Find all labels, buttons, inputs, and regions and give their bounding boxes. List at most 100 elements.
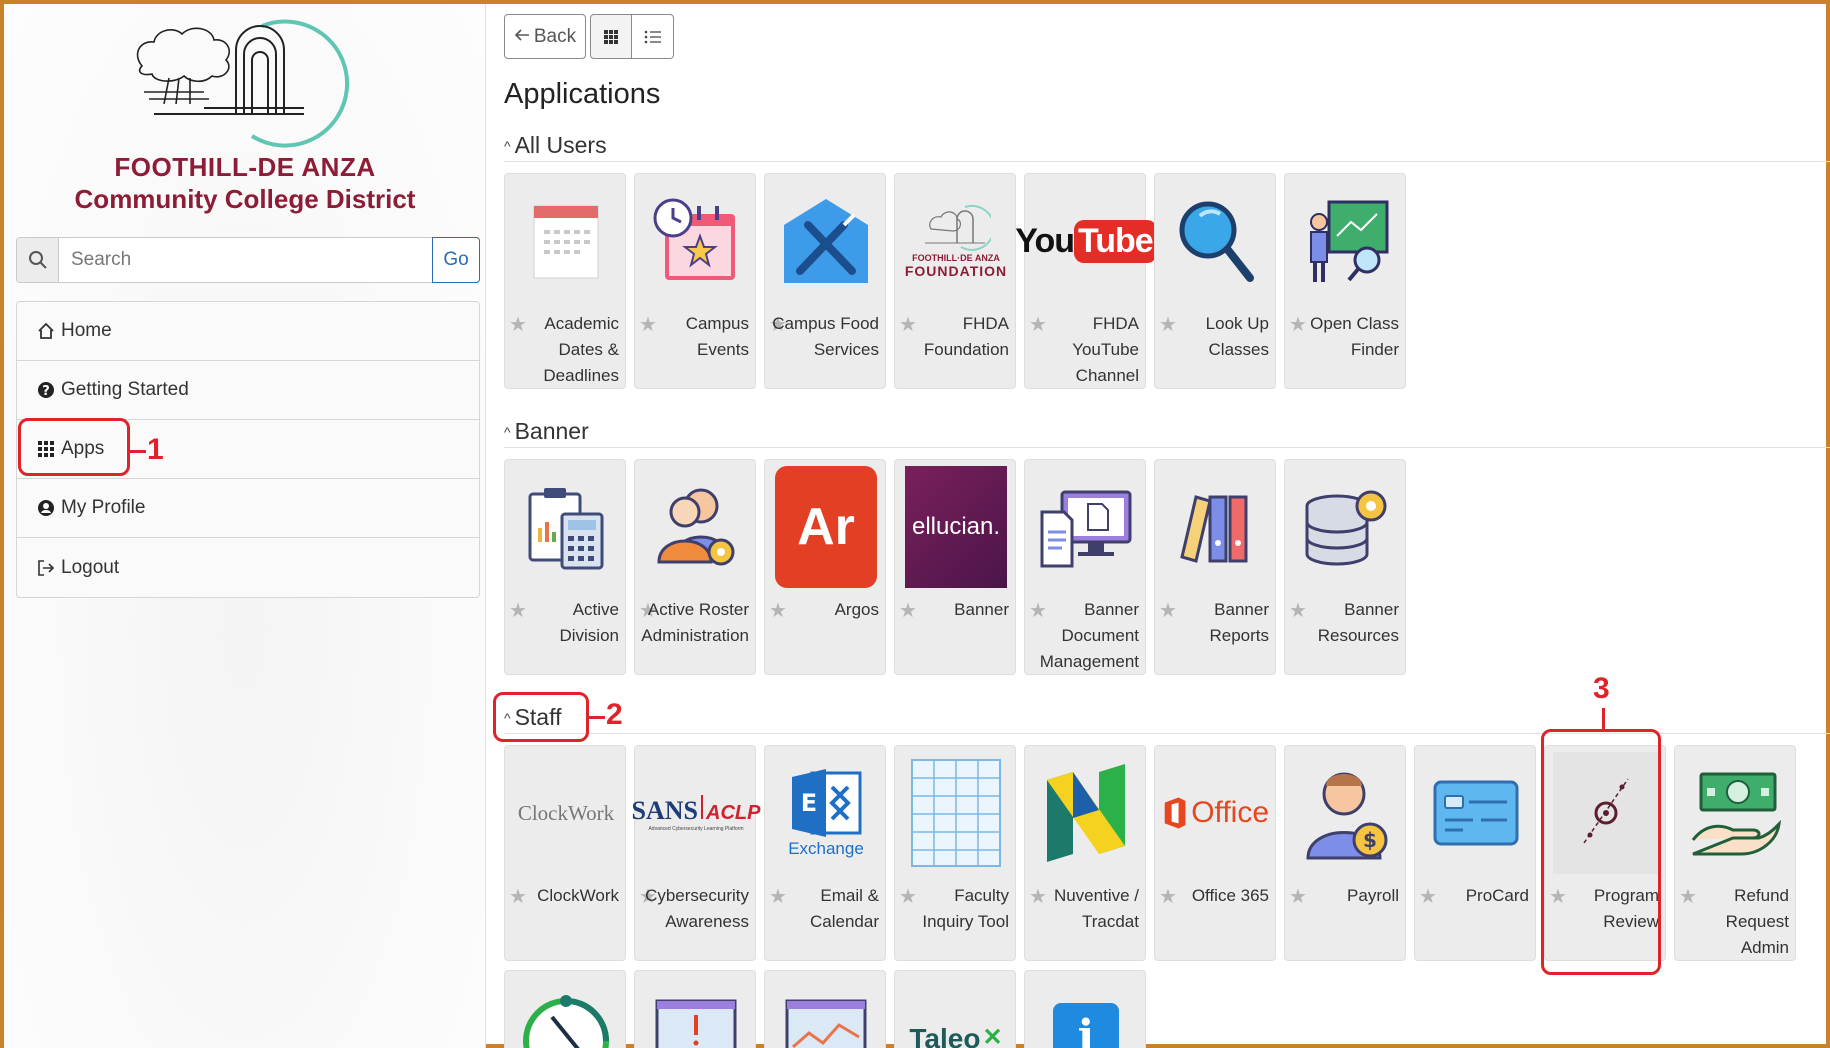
app-tile-taleo[interactable]: Taleo ✕ (894, 970, 1016, 1048)
svg-text:E: E (801, 789, 817, 817)
app-tile-active-roster[interactable]: ★ Active Roster Administration (634, 459, 756, 675)
tile-label: Faculty Inquiry Tool (922, 886, 1009, 931)
annotation-connector-2 (589, 716, 605, 719)
district-logo[interactable]: FOOTHILL-DE ANZA Community College Distr… (4, 4, 486, 234)
ellucian-logo-text: ellucian. (911, 513, 1001, 540)
section-title: All Users (514, 132, 607, 158)
youtube-logo-text-tube: Tube (1074, 219, 1157, 263)
logo-title-line2: Community College District (74, 184, 416, 214)
app-tile-payroll[interactable]: $ ★ Payroll (1284, 745, 1406, 961)
database-gear-icon (1293, 466, 1399, 588)
section-all-users-toggle[interactable]: ^ All Users (504, 132, 607, 159)
sidebar-item-logout[interactable]: Logout (17, 538, 479, 597)
back-button[interactable]: Back (504, 14, 586, 59)
home-icon (37, 322, 57, 340)
app-tile-email-calendar[interactable]: E Exchange ★ Email & Calendar (764, 745, 886, 961)
app-tile-office-365[interactable]: Office ★ Office 365 (1154, 745, 1276, 961)
table-grid-icon (903, 752, 1009, 874)
annotation-label-1: 1 (147, 433, 164, 466)
app-tile-campus-events[interactable]: ★ Campus Events (634, 173, 756, 389)
sidebar: FOOTHILL-DE ANZA Community College Distr… (4, 4, 486, 1048)
caret-up-icon: ^ (504, 137, 511, 154)
tile-label: ClockWork (537, 886, 619, 905)
grid-view-button[interactable] (590, 14, 632, 59)
tile-label: Active Roster Administration (641, 600, 749, 645)
tile-label: Campus Food Services (772, 314, 879, 359)
svg-text:$: $ (1363, 828, 1377, 852)
sidebar-item-home[interactable]: Home (17, 302, 479, 361)
tile-label: Nuventive / Tracdat (1053, 886, 1139, 931)
app-tile-look-up-classes[interactable]: ★ Look Up Classes (1154, 173, 1276, 389)
go-button[interactable]: Go (432, 237, 480, 283)
section-title: Banner (514, 418, 589, 444)
tile-label: Banner Document Management (1039, 600, 1139, 671)
app-tile-fhda-foundation[interactable]: FOOTHILL·DE ANZA FOUNDATION ★ FHDA Found… (894, 173, 1016, 389)
foundation-logo-subtext: FOUNDATION (904, 263, 1008, 279)
binders-icon (1163, 466, 1269, 588)
argos-logo-text: Ar (797, 498, 855, 556)
app-tile-info[interactable]: i (1024, 970, 1146, 1048)
section-divider (504, 161, 1830, 162)
section-divider (504, 447, 1830, 448)
app-tile-banner[interactable]: ellucian. ★ Banner (894, 459, 1016, 675)
app-tile-banner-resources[interactable]: ★ Banner Resources (1284, 459, 1406, 675)
app-tile-campus-food-services[interactable]: ★ Campus Food Services (764, 173, 886, 389)
app-tile-active-division[interactable]: ★ Active Division (504, 459, 626, 675)
section-banner-toggle[interactable]: ^ Banner (504, 418, 589, 445)
user-circle-icon (37, 499, 57, 517)
alert-board-icon (643, 977, 749, 1048)
app-tile-nuventive-tracdat[interactable]: ★ Nuventive / Tracdat (1024, 745, 1146, 961)
tile-label: ProCard (1465, 886, 1529, 905)
tile-label: Refund Request Admin (1725, 886, 1789, 957)
document-monitor-icon (1033, 466, 1139, 588)
tile-label: Open Class Finder (1310, 314, 1399, 359)
sidebar-item-my-profile[interactable]: My Profile (17, 479, 479, 538)
arrow-left-icon (514, 26, 530, 48)
sans-aclp-logo: SANS ACLP Advanced Cybersecurity Learnin… (632, 752, 760, 874)
app-tile-academic-dates[interactable]: ★ Academic Dates & Deadlines (504, 173, 626, 389)
search-input[interactable] (59, 238, 432, 282)
list-view-button[interactable] (632, 14, 674, 59)
main-content: Back Applications ^ All Users ★ Academic… (487, 4, 1830, 1048)
tile-label: Banner Reports (1209, 600, 1269, 645)
app-tile-cybersecurity-awareness[interactable]: SANS ACLP Advanced Cybersecurity Learnin… (632, 745, 760, 961)
app-tile-banner-document-management[interactable]: ★ Banner Document Management (1024, 459, 1146, 675)
sidebar-item-label: Logout (61, 556, 120, 578)
taleo-logo: Taleo ✕ (903, 977, 1009, 1048)
app-tile-fhda-youtube[interactable]: You Tube ★ FHDA YouTube Channel (1015, 173, 1157, 389)
magnifier-icon (1163, 180, 1269, 302)
app-tile-procard[interactable]: ★ ProCard (1414, 745, 1536, 961)
app-tile-alert-board[interactable] (634, 970, 756, 1048)
app-tile-analytics-board[interactable] (764, 970, 886, 1048)
taleo-logo-text: Taleo (909, 1023, 981, 1048)
app-tile-argos[interactable]: Ar ★ Argos (764, 459, 886, 675)
tile-label: Look Up Classes (1205, 314, 1269, 359)
app-tile-open-class-finder[interactable]: ★ Open Class Finder (1284, 173, 1406, 389)
sidebar-item-getting-started[interactable]: ? Getting Started (17, 361, 479, 420)
refund-hand-icon (1683, 752, 1789, 874)
sidebar-item-label: Getting Started (61, 379, 189, 400)
app-tile-clockwork[interactable]: ClockWork ★ ClockWork (504, 745, 626, 961)
app-tile-faculty-inquiry-tool[interactable]: ★ Faculty Inquiry Tool (894, 745, 1016, 961)
clipboard-calculator-icon (513, 466, 619, 588)
annotation-label-2: 2 (606, 698, 623, 731)
search-bar: Go (16, 237, 480, 283)
ellucian-logo: ellucian. (905, 466, 1007, 588)
office-logo-text: Office (1191, 796, 1269, 829)
sidebar-item-label: Home (61, 320, 112, 341)
tile-label: Campus Events (685, 314, 749, 359)
tile-label: Email & Calendar (810, 886, 879, 931)
search-icon (17, 238, 59, 282)
page-title: Applications (504, 78, 661, 110)
toolbar: Back (504, 14, 674, 59)
app-tile-refund-request-admin[interactable]: ★ Refund Request Admin (1674, 745, 1796, 961)
presenter-icon (1293, 180, 1399, 302)
app-tile-banner-reports[interactable]: ★ Banner Reports (1154, 459, 1276, 675)
caret-up-icon: ^ (504, 423, 511, 440)
sans-logo-subtext: Advanced Cybersecurity Learning Platform (648, 825, 744, 832)
office-logo: Office (1163, 752, 1269, 874)
clockwork-logo: ClockWork (513, 752, 619, 874)
app-tile-gauge[interactable] (504, 970, 626, 1048)
analytics-board-icon (773, 977, 879, 1048)
question-circle-icon: ? (37, 381, 57, 399)
